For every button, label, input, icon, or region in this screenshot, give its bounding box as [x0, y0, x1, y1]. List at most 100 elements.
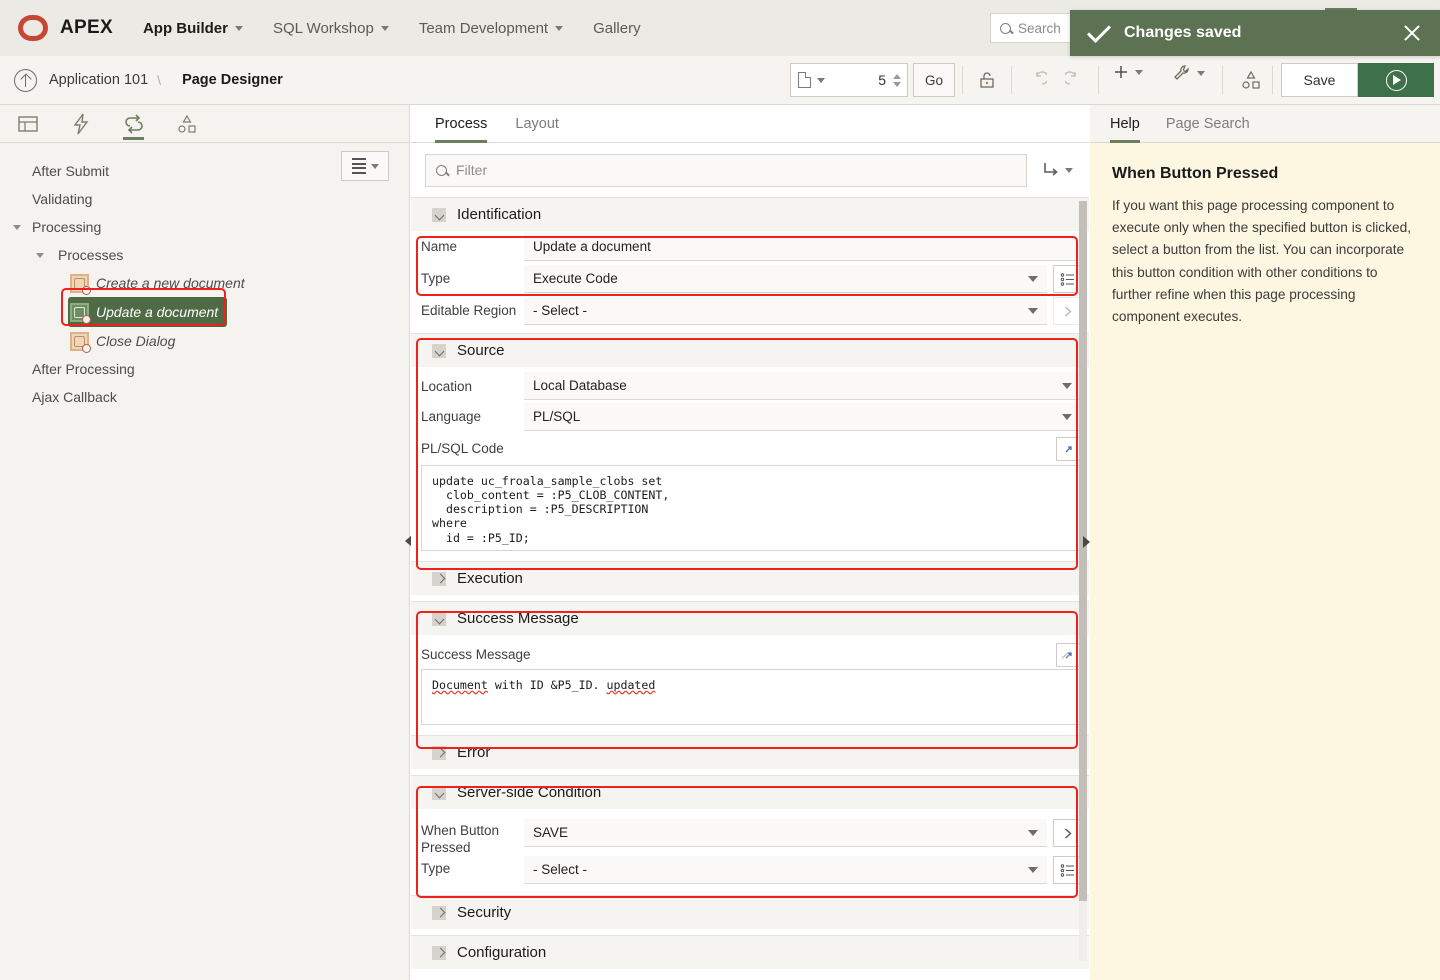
help-text: If you want this page processing compone… — [1112, 195, 1418, 328]
wrench-icon — [1172, 63, 1192, 83]
field-row-type: Type Execute Code — [411, 263, 1089, 295]
tree-item-close-dialog[interactable]: Close Dialog — [0, 327, 409, 355]
redo-button[interactable] — [1056, 63, 1094, 97]
property-filter-row: Filter — [411, 143, 1089, 197]
tab-help[interactable]: Help — [1110, 105, 1140, 143]
collapse-toggle-icon[interactable] — [432, 344, 446, 358]
rendering-tab[interactable] — [14, 108, 41, 140]
section-title: Source — [457, 342, 505, 359]
lock-button[interactable] — [968, 63, 1006, 97]
chevron-down-icon[interactable] — [817, 78, 825, 83]
tree-item-label: After Processing — [32, 361, 135, 377]
close-icon[interactable] — [1402, 23, 1422, 43]
property-sections-scroll[interactable]: Identification Name Update a document Ty… — [411, 197, 1089, 980]
plsql-code-editor[interactable]: update uc_froala_sample_clobs set clob_c… — [421, 465, 1081, 551]
shapes-icon — [1240, 69, 1262, 91]
tree-item-create-a-new-document[interactable]: Create a new document — [0, 269, 409, 297]
section-title: Error — [457, 744, 490, 761]
tree-item-processes[interactable]: Processes — [0, 241, 409, 269]
success-message-editor[interactable]: Document with ID &P5_ID. updated — [421, 669, 1081, 725]
field-row-name: Name Update a document — [411, 231, 1089, 263]
tree-item-update-a-document[interactable]: Update a document — [68, 297, 227, 327]
tree-item-ajax-callback[interactable]: Ajax Callback — [0, 383, 409, 411]
expand-toggle-icon[interactable] — [432, 746, 446, 760]
section-header-source[interactable]: Source — [411, 333, 1089, 367]
location-select[interactable]: Local Database — [524, 372, 1081, 400]
section-header-security[interactable]: Security — [411, 895, 1089, 929]
goto-button[interactable] — [1037, 155, 1077, 185]
property-panel-scrollbar[interactable] — [1079, 201, 1087, 961]
tree-item-processing[interactable]: Processing — [0, 213, 409, 241]
collapse-toggle-icon[interactable] — [432, 786, 446, 800]
twisty-expanded-icon[interactable] — [13, 225, 21, 230]
type-select[interactable]: Execute Code — [524, 265, 1047, 293]
shared-components-tab[interactable] — [173, 108, 200, 140]
expand-toggle-icon[interactable] — [432, 946, 446, 960]
dynamic-actions-tab[interactable] — [67, 108, 94, 140]
tree-item-label: Create a new document — [96, 275, 245, 291]
property-editor-panel: Process Layout Filter Identification Nam… — [411, 105, 1089, 980]
language-select[interactable]: PL/SQL — [524, 403, 1081, 431]
tree-item-after-processing[interactable]: After Processing — [0, 355, 409, 383]
nav-sql-workshop-label: SQL Workshop — [273, 20, 374, 37]
section-header-identification[interactable]: Identification — [411, 197, 1089, 231]
utilities-button[interactable] — [1172, 63, 1205, 83]
resize-handle[interactable] — [1061, 649, 1069, 657]
search-icon — [436, 165, 447, 176]
create-button[interactable] — [1112, 63, 1143, 81]
property-filter-input[interactable]: Filter — [425, 154, 1027, 187]
section-header-configuration[interactable]: Configuration — [411, 935, 1089, 969]
nav-sql-workshop[interactable]: SQL Workshop — [273, 20, 389, 37]
help-panel-tabs: Help Page Search — [1090, 105, 1440, 143]
chevron-down-icon — [1028, 276, 1038, 282]
field-label: Language — [411, 401, 524, 433]
expand-editor-icon[interactable] — [1056, 437, 1080, 461]
expand-toggle-icon[interactable] — [432, 906, 446, 920]
tab-layout[interactable]: Layout — [515, 105, 559, 143]
nav-gallery[interactable]: Gallery — [593, 20, 641, 37]
collapse-right-panel-button[interactable] — [1083, 536, 1090, 548]
tree-item-validating[interactable]: Validating — [0, 185, 409, 213]
save-button[interactable]: Save — [1281, 63, 1358, 97]
undo-button[interactable] — [1018, 63, 1056, 97]
section-header-server-side-condition[interactable]: Server-side Condition — [411, 775, 1089, 809]
chevron-right-icon[interactable] — [1053, 819, 1081, 847]
page-number-stepper[interactable]: 5 — [790, 63, 908, 97]
processing-tab[interactable] — [120, 108, 147, 140]
section-header-error[interactable]: Error — [411, 735, 1089, 769]
twisty-expanded-icon[interactable] — [36, 253, 44, 258]
tab-process[interactable]: Process — [435, 105, 487, 143]
run-button[interactable] — [1358, 63, 1434, 97]
scrollbar-thumb[interactable] — [1079, 201, 1087, 901]
page-spinner[interactable] — [893, 74, 903, 87]
nav-app-builder[interactable]: App Builder — [143, 20, 243, 37]
expand-toggle-icon[interactable] — [432, 572, 446, 586]
name-input[interactable]: Update a document — [524, 233, 1081, 261]
left-panel-tabs — [0, 105, 409, 143]
collapse-toggle-icon[interactable] — [432, 208, 446, 222]
location-value: Local Database — [533, 378, 627, 393]
when-button-pressed-select[interactable]: SAVE — [524, 819, 1047, 847]
chevron-right-icon[interactable] — [1053, 297, 1081, 325]
up-arrow-circle-icon[interactable] — [14, 69, 37, 92]
notification-message: Changes saved — [1124, 24, 1241, 42]
section-header-execution[interactable]: Execution — [411, 561, 1089, 595]
section-title: Security — [457, 904, 511, 921]
list-picker-icon[interactable] — [1053, 265, 1081, 293]
section-header-success-message[interactable]: Success Message — [411, 601, 1089, 635]
breadcrumb-toolbar: Application 101 \ Page Designer — [0, 56, 1440, 105]
editable-region-select[interactable]: - Select - — [524, 297, 1047, 325]
collapse-toggle-icon[interactable] — [432, 612, 446, 626]
goto-arrow-icon — [1041, 161, 1061, 179]
field-row-location: Location Local Database — [411, 367, 1089, 401]
go-button[interactable]: Go — [913, 63, 955, 97]
breadcrumb-application[interactable]: Application 101 — [49, 72, 148, 88]
condition-type-select[interactable]: - Select - — [524, 856, 1047, 884]
nav-team-development[interactable]: Team Development — [419, 20, 563, 37]
shared-components-button[interactable] — [1232, 63, 1270, 97]
tree-item-label: Close Dialog — [96, 333, 175, 349]
tab-page-search[interactable]: Page Search — [1166, 105, 1250, 143]
tree-item-after-submit[interactable]: After Submit — [0, 157, 409, 185]
page-number-value[interactable]: 5 — [825, 72, 893, 88]
list-picker-icon[interactable] — [1053, 856, 1081, 884]
